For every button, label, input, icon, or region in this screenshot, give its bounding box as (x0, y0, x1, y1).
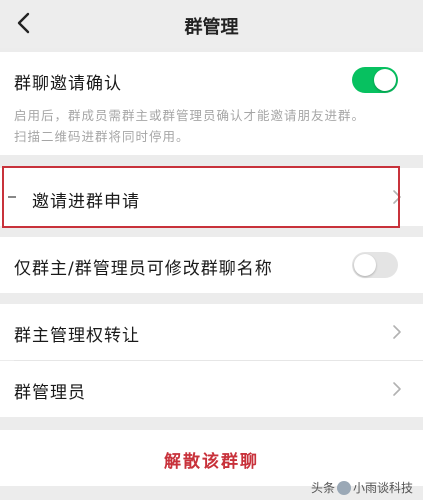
rename-restriction-row: 仅群主/群管理员可修改群聊名称 (0, 237, 423, 293)
invite-requests-row[interactable]: 邀请进群申请 (0, 168, 423, 226)
toggle-knob (374, 69, 396, 91)
admins-label: 群管理员 (14, 383, 86, 403)
chevron-right-icon (393, 190, 401, 204)
admins-row[interactable]: 群管理员 (0, 361, 423, 417)
invite-confirm-label: 群聊邀请确认 (14, 74, 122, 94)
dash-mark (8, 196, 16, 198)
invite-confirm-card: 群聊邀请确认 启用后，群成员需群主或群管理员确认才能邀请朋友进群。 扫描二维码进… (0, 52, 423, 155)
watermark-logo-icon (336, 480, 351, 495)
nav-bar: 群管理 (0, 0, 423, 48)
toggle-knob (354, 254, 376, 276)
invite-confirm-description-line2: 扫描二维码进群将同时停用。 (14, 129, 190, 144)
watermark-author: 小雨谈科技 (352, 481, 413, 495)
watermark: 头条 小雨谈科技 (311, 479, 413, 496)
chevron-right-icon (393, 382, 401, 396)
owner-transfer-row[interactable]: 群主管理权转让 (0, 304, 423, 360)
invite-confirm-toggle[interactable] (352, 67, 398, 93)
rename-restriction-label: 仅群主/群管理员可修改群聊名称 (14, 259, 273, 279)
disband-row[interactable]: 解散该群聊 (0, 430, 423, 486)
rename-restriction-toggle[interactable] (352, 252, 398, 278)
disband-button[interactable]: 解散该群聊 (0, 447, 423, 472)
invite-confirm-description-line1: 启用后，群成员需群主或群管理员确认才能邀请朋友进群。 (14, 108, 366, 123)
owner-transfer-label: 群主管理权转让 (14, 326, 140, 346)
chevron-right-icon (393, 325, 401, 339)
page-title: 群管理 (184, 17, 239, 38)
watermark-prefix: 头条 (310, 481, 335, 495)
invite-requests-label: 邀请进群申请 (32, 192, 140, 212)
